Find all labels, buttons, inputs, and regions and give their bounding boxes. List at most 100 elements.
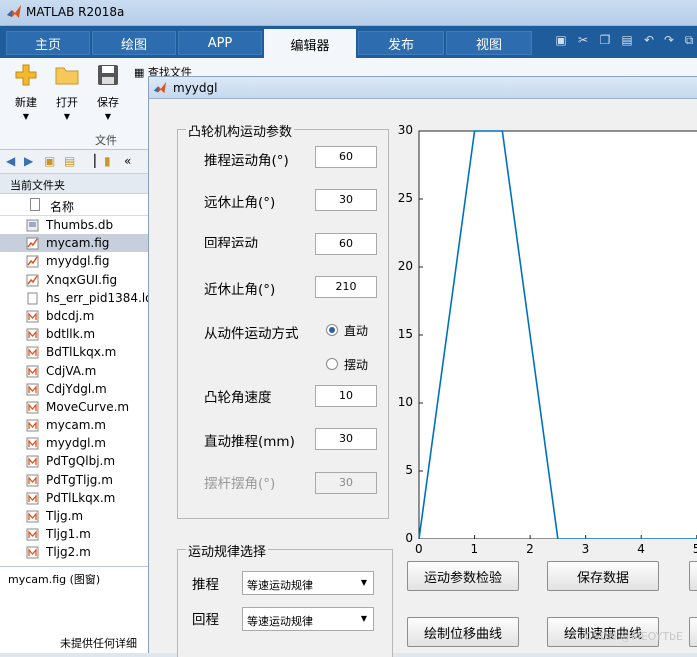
forward-arrow-icon[interactable]: ▶ xyxy=(24,154,33,168)
translating-radio[interactable] xyxy=(326,324,338,336)
file-icon xyxy=(30,198,40,211)
x-tick-label: 5 xyxy=(692,542,697,556)
new-button[interactable]: 新建 ▼ xyxy=(6,62,46,121)
file-list-item[interactable]: mycam.fig xyxy=(0,234,148,253)
check-params-button[interactable]: 运动参数检验 xyxy=(407,561,519,591)
back-arrow-icon[interactable]: ◀ xyxy=(6,154,15,168)
push-law-select[interactable]: 等速运动规律 ▼ xyxy=(242,571,374,595)
return-angle-field[interactable]: 60 xyxy=(315,233,377,255)
file-list-item[interactable]: mycam.m xyxy=(0,416,148,434)
tab-view[interactable]: 视图 xyxy=(446,31,532,55)
file-list-item[interactable]: Tljg.m xyxy=(0,507,148,525)
file-list-item[interactable]: BdTlLkqx.m xyxy=(0,343,148,361)
open-button[interactable]: 打开 ▼ xyxy=(47,62,87,121)
file-list-item[interactable]: hs_err_pid1384.lo xyxy=(0,289,148,307)
push-law-label: 推程 xyxy=(192,577,219,593)
current-folder-header: 当前文件夹 xyxy=(0,174,148,194)
file-list-item[interactable]: MoveCurve.m xyxy=(0,398,148,416)
lift-field[interactable]: 30 xyxy=(315,428,377,450)
folder-icon: ▮ xyxy=(104,154,111,168)
file-name: CdjVA.m xyxy=(46,363,97,378)
file-name: myydgl.fig xyxy=(46,254,110,269)
file-list: 名称 Thumbs.db mycam.fig myydgl.fig XnqxGUI.f… xyxy=(0,194,148,566)
file-list-item[interactable]: PdTgTljg.m xyxy=(0,471,148,489)
y-tick-label: 10 xyxy=(397,395,413,409)
translating-radio-label[interactable]: 直动 xyxy=(344,322,368,339)
cut-icon[interactable]: ✂ xyxy=(574,33,592,51)
x-tick-label: 0 xyxy=(415,542,423,556)
details-panel: mycam.fig (图窗) 未提供任何详细 xyxy=(0,566,148,653)
separator: ▕ xyxy=(86,154,96,168)
undo-icon[interactable]: ↶ xyxy=(640,33,658,51)
file-list-item[interactable]: Thumbs.db xyxy=(0,216,148,234)
file-list-item[interactable]: myydgl.m xyxy=(0,434,148,452)
push-angle-field[interactable]: 60 xyxy=(315,146,377,168)
file-list-item[interactable]: PdTgQlbj.m xyxy=(0,452,148,470)
plot-area xyxy=(418,130,697,539)
file-list-item[interactable]: bdtllk.m xyxy=(0,325,148,343)
y-tick-label: 5 xyxy=(405,463,413,477)
params-panel: 凸轮机构运动参数 推程运动角(°) 60 远休止角(°) 30 回程运动 60 … xyxy=(177,121,389,519)
browse-folder-icon[interactable]: ▤ xyxy=(64,154,75,168)
m-file-icon xyxy=(26,528,39,541)
m-file-icon xyxy=(26,346,39,359)
plot-displacement-button[interactable]: 绘制位移曲线 xyxy=(407,617,519,647)
name-column-header: 名称 xyxy=(50,200,75,214)
file-rows: Thumbs.db mycam.fig myydgl.fig XnqxGUI.fig h… xyxy=(0,216,148,562)
tab-editor[interactable]: 编辑器 xyxy=(264,29,356,59)
copy-icon[interactable]: ❐ xyxy=(596,33,614,51)
return-law-select[interactable]: 等速运动规律 ▼ xyxy=(242,607,374,631)
file-name: Tljg2.m xyxy=(46,545,91,560)
file-list-header[interactable]: 名称 xyxy=(0,194,148,216)
tab-apps[interactable]: APP xyxy=(178,31,262,55)
file-list-item[interactable]: bdcdj.m xyxy=(0,307,148,325)
save-quick-icon[interactable]: ▣ xyxy=(552,33,570,51)
paste-icon[interactable]: ▤ xyxy=(618,33,636,51)
file-list-item[interactable]: CdjYdgl.m xyxy=(0,380,148,398)
extra-button-2[interactable] xyxy=(689,617,697,647)
file-name: mycam.fig xyxy=(46,236,110,251)
save-button[interactable]: 保存 ▼ xyxy=(88,62,128,121)
file-name: PdTlLkqx.m xyxy=(46,490,116,505)
file-list-item[interactable]: myydgl.fig xyxy=(0,252,148,270)
file-list-item[interactable]: Tljg2.m xyxy=(0,543,148,561)
file-list-item[interactable]: XnqxGUI.fig xyxy=(0,271,148,289)
near-rest-field[interactable]: 210 xyxy=(315,276,377,298)
file-name: myydgl.m xyxy=(46,436,106,451)
file-name: mycam.m xyxy=(46,418,106,433)
db-file-icon xyxy=(26,219,39,232)
m-file-icon xyxy=(26,546,39,559)
extra-button[interactable] xyxy=(689,561,697,591)
m-file-icon xyxy=(26,419,39,432)
file-list-item[interactable]: PdTlLkqx.m xyxy=(0,489,148,507)
swinging-radio[interactable] xyxy=(326,358,338,370)
law-panel-title: 运动规律选择 xyxy=(186,541,269,560)
m-file-icon xyxy=(26,310,39,323)
title-bar: MATLAB R2018a xyxy=(0,0,697,26)
dropdown-arrow-icon: ▼ xyxy=(360,578,368,587)
m-file-icon xyxy=(26,401,39,414)
swinging-radio-label[interactable]: 摆动 xyxy=(344,356,368,373)
chevron-down-icon: ▼ xyxy=(104,112,112,121)
fig-file-icon xyxy=(26,237,39,250)
tab-publish[interactable]: 发布 xyxy=(358,31,444,55)
file-list-item[interactable]: Tljg1.m xyxy=(0,525,148,543)
redo-icon[interactable]: ↷ xyxy=(660,33,678,51)
up-folder-icon[interactable]: ▣ xyxy=(44,154,55,168)
watermark: CSDN @MEOYTbE xyxy=(585,630,683,643)
y-tick-label: 20 xyxy=(397,259,413,273)
path-overflow-icon[interactable]: « xyxy=(124,154,131,168)
file-section-label: 文件 xyxy=(95,134,117,147)
save-data-button[interactable]: 保存数据 xyxy=(547,561,659,591)
tab-plots[interactable]: 绘图 xyxy=(92,31,176,55)
file-name: hs_err_pid1384.lo xyxy=(46,290,148,305)
file-list-item[interactable]: CdjVA.m xyxy=(0,362,148,380)
y-tick-label: 30 xyxy=(397,123,413,137)
figure-window: myydgl 凸轮机构运动参数 推程运动角(°) 60 远休止角(°) 30 回… xyxy=(148,76,697,657)
displacement-axes: 0 5 10 15 20 25 30 0 1 2 3 4 5 xyxy=(398,123,697,556)
path-navigation-bar: ◀ ▶ ▣ ▤ ▕ ▮ « xyxy=(0,150,148,174)
switch-windows-icon[interactable]: ⧉ xyxy=(680,33,697,51)
cam-speed-field[interactable]: 10 xyxy=(315,385,377,407)
tab-home[interactable]: 主页 xyxy=(6,31,90,55)
far-rest-field[interactable]: 30 xyxy=(315,189,377,211)
